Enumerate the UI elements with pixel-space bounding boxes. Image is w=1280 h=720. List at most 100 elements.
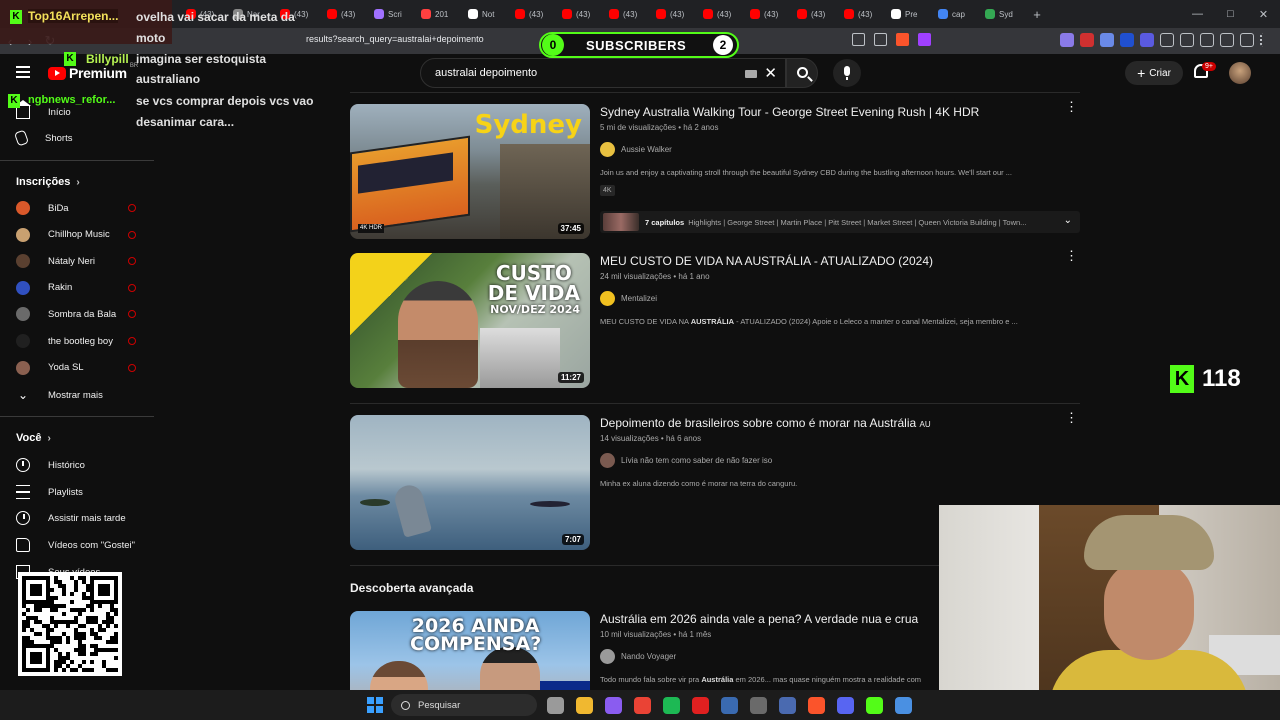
browser-tab[interactable]: 201 — [415, 0, 462, 28]
taskbar-app-icon[interactable] — [634, 697, 651, 714]
more-options-icon[interactable]: ⋮ — [1065, 411, 1078, 424]
channel-name[interactable]: Nando Voyager — [621, 652, 676, 661]
browser-tab[interactable]: Syd — [979, 0, 1026, 28]
keyboard-icon[interactable] — [745, 70, 757, 78]
chapters-bar[interactable]: 7 capítulos Highlights | George Street |… — [600, 211, 1080, 233]
search-query[interactable]: australai depoimento — [435, 67, 537, 79]
avatar[interactable] — [1229, 62, 1251, 84]
subscriptions-heading[interactable]: Inscrições › — [16, 176, 80, 188]
search-input[interactable]: australai depoimento ✕ — [420, 58, 786, 88]
sidebar-icon[interactable] — [1180, 33, 1194, 47]
channel-name[interactable]: Lívia não tem como saber de não fazer is… — [621, 456, 772, 465]
sidebar-item-shorts[interactable]: Shorts — [13, 125, 140, 151]
taskbar-app-icon[interactable] — [779, 697, 796, 714]
video-thumbnail[interactable]: 7:07 — [350, 415, 590, 550]
taskbar-app-icon[interactable] — [547, 697, 564, 714]
browser-tab[interactable]: Pre — [885, 0, 932, 28]
brave-shield-icon[interactable] — [896, 33, 909, 46]
taskbar-app-icon[interactable] — [866, 697, 883, 714]
taskbar-app-icon[interactable] — [750, 697, 767, 714]
rewards-icon[interactable] — [918, 33, 931, 46]
channel-avatar[interactable] — [600, 649, 615, 664]
taskbar-app-icon[interactable] — [576, 697, 593, 714]
extension-icon[interactable] — [1100, 33, 1114, 47]
browser-tab[interactable]: (43) — [791, 0, 838, 28]
channel-avatar[interactable] — [600, 142, 615, 157]
video-title[interactable]: Austrália em 2026 ainda vale a pena? A v… — [600, 612, 918, 626]
channel-avatar[interactable] — [600, 453, 615, 468]
create-button[interactable]: + Criar — [1125, 61, 1183, 85]
browser-tab[interactable]: Not — [462, 0, 509, 28]
channel-row[interactable]: Aussie Walker — [600, 142, 672, 157]
minimize-icon[interactable]: — — [1181, 0, 1214, 28]
browser-tab[interactable]: (43) — [603, 0, 650, 28]
url-field[interactable]: results?search_query=australai+depoiment… — [306, 34, 484, 44]
chevron-down-icon[interactable]: ⌄ — [1064, 215, 1072, 226]
browser-tab[interactable]: (43) — [556, 0, 603, 28]
hamburger-icon[interactable] — [16, 66, 30, 78]
taskbar-app-icon[interactable] — [895, 697, 912, 714]
menu-icon[interactable] — [1260, 33, 1274, 47]
new-tab-button[interactable]: + — [1026, 7, 1048, 22]
windows-start-icon[interactable] — [367, 697, 383, 713]
extension-icon[interactable] — [1060, 33, 1074, 47]
extension-icon[interactable] — [1120, 33, 1134, 47]
search-button[interactable] — [786, 58, 818, 88]
browser-tab[interactable]: (43) — [650, 0, 697, 28]
clear-search-icon[interactable]: ✕ — [764, 64, 777, 82]
video-title[interactable]: Sydney Australia Walking Tour - George S… — [600, 105, 979, 119]
sidebar-item-channel[interactable]: Yoda SL — [16, 355, 140, 381]
sidebar-item-history[interactable]: Histórico — [16, 452, 140, 478]
extension-icon[interactable] — [1140, 33, 1154, 47]
sidebar-item-playlists[interactable]: Playlists — [16, 479, 140, 505]
sidebar-item-liked-videos[interactable]: Vídeos com "Gostei" — [16, 532, 140, 558]
puzzle-icon[interactable] — [1160, 33, 1174, 47]
taskbar-app-icon[interactable] — [837, 697, 854, 714]
channel-row[interactable]: Lívia não tem como saber de não fazer is… — [600, 453, 772, 468]
close-window-icon[interactable]: ✕ — [1247, 0, 1280, 28]
you-heading[interactable]: Você › — [16, 432, 51, 444]
video-title[interactable]: MEU CUSTO DE VIDA NA AUSTRÁLIA - ATUALIZ… — [600, 254, 933, 268]
browser-tab[interactable]: Scri — [368, 0, 415, 28]
taskbar-app-icon[interactable] — [808, 697, 825, 714]
video-thumbnail[interactable]: CUSTO DE VIDA NOV/DEZ 2024 11:27 — [350, 253, 590, 388]
browser-tab[interactable]: (43) — [838, 0, 885, 28]
browser-tab[interactable]: (43) — [744, 0, 791, 28]
sidebar-item-channel[interactable]: BiDa — [16, 195, 140, 221]
channel-name[interactable]: Mentalizei — [621, 294, 657, 303]
leo-icon[interactable] — [1220, 33, 1234, 47]
youtube-premium-logo[interactable]: Premium BR — [48, 63, 138, 81]
video-result[interactable]: CUSTO DE VIDA NOV/DEZ 2024 11:27 MEU CUST… — [350, 249, 1080, 388]
voice-search-button[interactable] — [833, 59, 861, 87]
video-thumbnail[interactable]: Sydney 4K HDR 37:45 — [350, 104, 590, 239]
taskbar-app-icon[interactable] — [663, 697, 680, 714]
show-more-button[interactable]: ⌄ Mostrar mais — [16, 382, 140, 408]
browser-tab[interactable]: cap — [932, 0, 979, 28]
browser-tab[interactable]: (43) — [697, 0, 744, 28]
sidebar-item-watch-later[interactable]: Assistir mais tarde — [16, 505, 140, 531]
channel-avatar[interactable] — [600, 291, 615, 306]
sidebar-item-channel[interactable]: Sombra da Bala — [16, 301, 140, 327]
taskbar-app-icon[interactable] — [692, 697, 709, 714]
taskbar-app-icon[interactable] — [721, 697, 738, 714]
taskbar-search[interactable]: Pesquisar — [391, 694, 537, 716]
channel-name[interactable]: Aussie Walker — [621, 145, 672, 154]
browser-tab[interactable]: (43) — [509, 0, 556, 28]
browser-tab[interactable]: (43) — [321, 0, 368, 28]
sidebar-item-channel[interactable]: the bootleg boy — [16, 328, 140, 354]
more-options-icon[interactable]: ⋮ — [1065, 100, 1078, 113]
share-icon[interactable] — [874, 33, 887, 46]
channel-row[interactable]: Nando Voyager — [600, 649, 676, 664]
channel-row[interactable]: Mentalizei — [600, 291, 657, 306]
extension-icon[interactable] — [1080, 33, 1094, 47]
maximize-icon[interactable]: □ — [1214, 0, 1247, 28]
cast-icon[interactable] — [852, 33, 865, 46]
wallet-icon[interactable] — [1200, 33, 1214, 47]
sidebar-item-channel[interactable]: Chillhop Music — [16, 222, 140, 248]
taskbar-app-icon[interactable] — [605, 697, 622, 714]
vpn-icon[interactable] — [1240, 33, 1254, 47]
video-title[interactable]: Depoimento de brasileiros sobre como é m… — [600, 416, 931, 430]
video-result[interactable]: Sydney 4K HDR 37:45 Sydney Australia Wal… — [350, 100, 1080, 239]
sidebar-item-channel[interactable]: Rakin — [16, 275, 140, 301]
more-options-icon[interactable]: ⋮ — [1065, 249, 1078, 262]
